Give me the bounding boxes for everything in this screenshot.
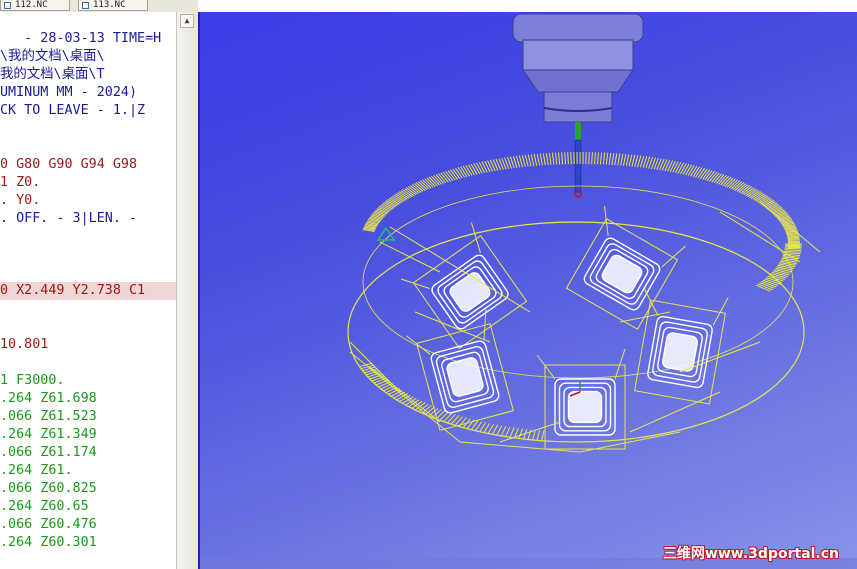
code-line[interactable]: .264 Z60.301 <box>0 534 176 552</box>
code-line[interactable]: CK TO LEAVE - 1.|Z <box>0 102 176 120</box>
code-line[interactable]: .066 Z60.825 <box>0 480 176 498</box>
tab-label: 113.NC <box>93 0 126 10</box>
pocket-cluster-center <box>536 348 626 450</box>
pocket-cluster-upper-right <box>565 206 686 330</box>
code-line[interactable]: 1 Z0. <box>0 174 176 192</box>
tab-113-nc[interactable]: 113.NC <box>78 0 148 11</box>
editor-scrollbar[interactable]: ▲ <box>176 12 198 569</box>
code-line[interactable]: .264 Z61. <box>0 462 176 480</box>
tool-shank <box>575 122 581 140</box>
code-line-current[interactable]: 0 X2.449 Y2.738 C1 <box>0 282 176 300</box>
code-line[interactable] <box>0 246 176 264</box>
tab-label: 112.NC <box>15 0 48 10</box>
simulation-viewport[interactable]: 三维网www.3dportal.cn <box>198 12 857 569</box>
code-line[interactable]: 10.801 <box>0 336 176 354</box>
code-line[interactable]: .066 Z61.523 <box>0 408 176 426</box>
code-line[interactable] <box>0 12 176 30</box>
inner-boundary-ellipse <box>362 185 794 379</box>
cutter <box>574 139 582 193</box>
nc-file-icon <box>4 2 11 9</box>
nc-file-icon <box>82 2 89 9</box>
spindle-body <box>522 39 634 71</box>
code-line[interactable]: .264 Z60.65 <box>0 498 176 516</box>
code-line[interactable]: - 28-03-13 TIME=H <box>0 30 176 48</box>
code-line[interactable]: .264 Z61.349 <box>0 426 176 444</box>
tool-holder <box>543 91 613 123</box>
watermark-text: 三维网www.3dportal.cn <box>662 546 839 562</box>
scroll-up-arrow-icon[interactable]: ▲ <box>180 14 194 28</box>
spindle-taper <box>522 69 634 93</box>
code-line[interactable] <box>0 120 176 138</box>
code-line[interactable]: 我的文档\桌面\T <box>0 66 176 84</box>
pocket-cluster-upper-left <box>401 222 528 349</box>
spindle-flange <box>512 13 644 43</box>
code-line[interactable]: .066 Z61.174 <box>0 444 176 462</box>
code-line[interactable]: . Y0. <box>0 192 176 210</box>
pocket-cluster-left <box>406 308 514 431</box>
code-line[interactable]: UMINUM MM - 2024) <box>0 84 176 102</box>
code-line[interactable]: 1 F3000. <box>0 372 176 390</box>
nc-code-editor[interactable]: - 28-03-13 TIME=H \我的文档\桌面\ 我的文档\桌面\T UMINU… <box>0 12 176 569</box>
code-line[interactable] <box>0 318 176 336</box>
code-line[interactable]: 0 G80 G90 G94 G98 <box>0 156 176 174</box>
code-line[interactable] <box>0 138 176 156</box>
code-line[interactable] <box>0 354 176 372</box>
tab-112-nc[interactable]: 112.NC <box>0 0 70 11</box>
toolpath-scene <box>200 13 857 569</box>
code-line[interactable]: . OFF. - 3|LEN. - <box>0 210 176 228</box>
code-line[interactable] <box>0 264 176 282</box>
code-line[interactable]: .264 Z61.698 <box>0 390 176 408</box>
code-line[interactable] <box>0 300 176 318</box>
code-line[interactable] <box>0 228 176 246</box>
code-line[interactable]: \我的文档\桌面\ <box>0 48 176 66</box>
code-line[interactable]: .066 Z60.476 <box>0 516 176 534</box>
